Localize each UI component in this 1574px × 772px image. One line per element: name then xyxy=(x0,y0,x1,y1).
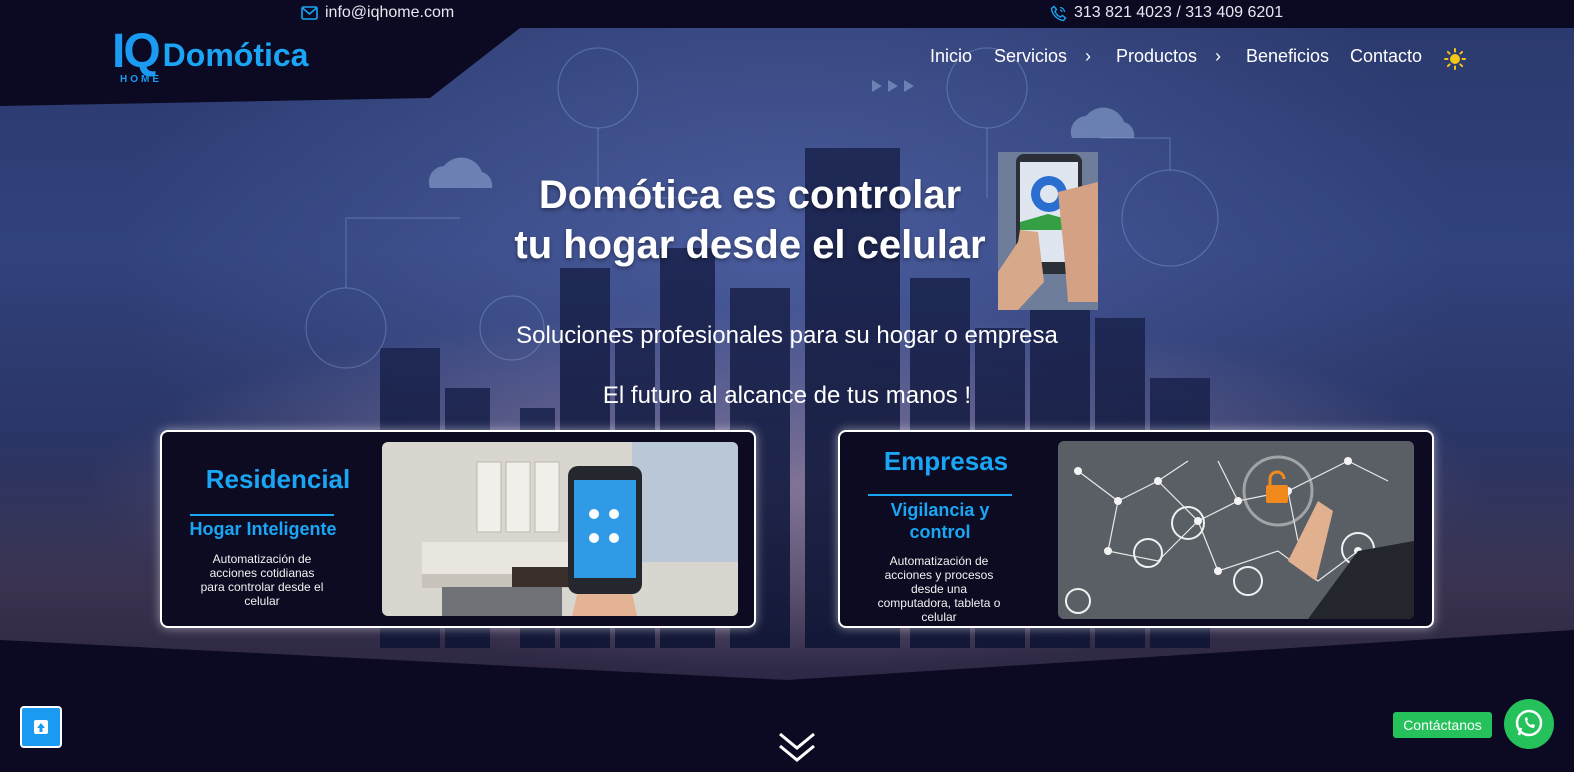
card-residencial[interactable]: Residencial Hogar Inteligente Automatiza… xyxy=(160,430,756,628)
logo-mark: IQ xyxy=(112,25,161,78)
hero-headline: Domótica es controlar tu hogar desde el … xyxy=(480,170,1020,270)
living-room-smartphone-image xyxy=(382,442,738,616)
card-title: Empresas xyxy=(883,446,1009,476)
card-divider xyxy=(868,494,1012,496)
hero-headline-line2: tu hogar desde el celular xyxy=(514,223,986,267)
chevron-right-icon[interactable]: › xyxy=(1215,46,1221,67)
card-title: Residencial xyxy=(205,464,351,494)
card-empresas[interactable]: Empresas Vigilancia y control Automatiza… xyxy=(838,430,1434,628)
hero-subtitle: Soluciones profesionales para su hogar o… xyxy=(516,322,1058,349)
card-description: Automatización de acciones y procesos de… xyxy=(877,554,1001,624)
phone-link[interactable]: 313 821 4023 / 313 409 6201 xyxy=(1050,4,1283,22)
hero-tagline: El futuro al alcance de tus manos ! xyxy=(602,382,972,409)
contact-us-label[interactable]: Contáctanos xyxy=(1393,712,1492,738)
nav-item-productos[interactable]: Productos xyxy=(1116,46,1197,67)
logo-name: Domótica xyxy=(162,36,309,73)
phone-icon xyxy=(1050,5,1067,21)
logo-mark-sub: HOME xyxy=(120,74,162,85)
arrow-up-icon xyxy=(34,720,48,734)
phone-text: 313 821 4023 / 313 409 6201 xyxy=(1074,4,1284,21)
site-logo[interactable]: IQ HOME Domótica xyxy=(112,25,309,86)
top-contact-bar: info@iqhome.com 313 821 4023 / 313 409 6… xyxy=(0,0,1574,28)
card-description: Automatización de acciones cotidianas pa… xyxy=(200,552,324,608)
whatsapp-button[interactable] xyxy=(1504,699,1554,749)
scroll-to-top-button[interactable] xyxy=(20,706,62,748)
envelope-icon xyxy=(301,6,318,20)
hand-smartphone-image xyxy=(998,152,1098,310)
email-link[interactable]: info@iqhome.com xyxy=(301,4,454,22)
chevron-right-icon[interactable]: › xyxy=(1085,46,1091,67)
nav-item-servicios[interactable]: Servicios xyxy=(994,46,1067,67)
nav-item-contacto[interactable]: Contacto xyxy=(1350,46,1422,67)
card-subtitle: Hogar Inteligente xyxy=(189,519,337,539)
hero-headline-line1: Domótica es controlar xyxy=(538,173,962,217)
email-text: info@iqhome.com xyxy=(325,4,455,21)
card-subtitle: Vigilancia y control xyxy=(890,500,990,542)
nav-item-beneficios[interactable]: Beneficios xyxy=(1246,46,1329,67)
sun-icon[interactable] xyxy=(1444,48,1466,70)
network-security-image xyxy=(1058,441,1414,619)
nav-item-inicio[interactable]: Inicio xyxy=(930,46,972,67)
whatsapp-icon xyxy=(1515,709,1543,737)
card-divider xyxy=(190,514,334,516)
double-chevron-down-icon[interactable] xyxy=(778,730,816,766)
